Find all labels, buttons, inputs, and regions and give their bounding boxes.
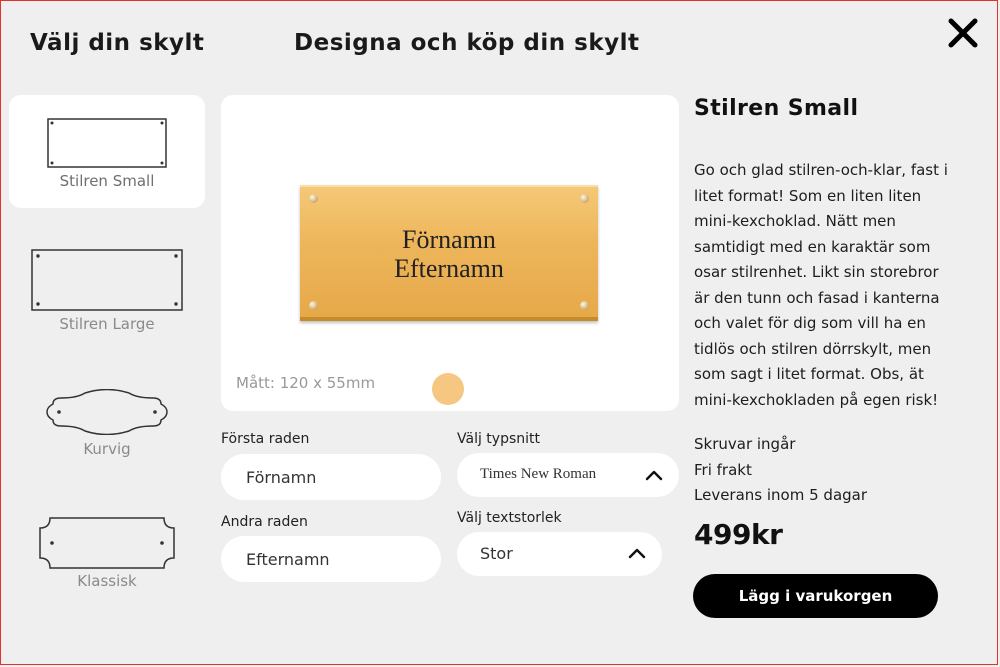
price: 499kr: [694, 518, 783, 551]
color-swatch-gold[interactable]: [432, 373, 464, 405]
sign-option-klassisk[interactable]: Klassisk: [9, 510, 205, 595]
first-row-input[interactable]: [244, 467, 418, 488]
close-button[interactable]: [944, 14, 982, 52]
design-heading: Designa och köp din skylt: [294, 30, 640, 56]
sign-option-label: Klassisk: [77, 572, 137, 590]
second-row-field[interactable]: [221, 536, 441, 582]
sign-option-stilren-small[interactable]: Stilren Small: [9, 95, 205, 208]
info-shipping: Fri frakt: [694, 461, 752, 479]
plate-line-2: Efternamn: [394, 254, 504, 283]
plate-line-1: Förnamn: [402, 225, 496, 254]
second-row-input[interactable]: [244, 549, 418, 570]
chevron-up-icon: [628, 548, 646, 559]
font-select-value: Times New Roman: [480, 466, 597, 482]
stilren-large-shape-icon: [31, 249, 183, 311]
sign-option-label: Stilren Large: [59, 315, 155, 333]
sign-preview-card: Förnamn Efternamn Mått: 120 x 55mm: [221, 95, 679, 411]
size-select-value: Stor: [480, 544, 513, 563]
second-row-label: Andra raden: [221, 514, 308, 530]
kurvig-shape-icon: [46, 389, 168, 435]
size-select-label: Välj textstorlek: [457, 510, 562, 526]
sign-option-label: Kurvig: [83, 440, 131, 458]
screw-icon: [580, 301, 589, 310]
add-to-cart-button[interactable]: Lägg i varukorgen: [693, 574, 938, 618]
first-row-label: Första raden: [221, 431, 310, 447]
close-icon: [948, 18, 978, 48]
font-select[interactable]: Times New Roman: [457, 453, 679, 497]
sign-plate-preview: Förnamn Efternamn: [300, 185, 598, 321]
stilren-small-shape-icon: [47, 118, 167, 168]
product-title: Stilren Small: [694, 96, 859, 121]
info-delivery: Leverans inom 5 dagar: [694, 486, 868, 504]
sign-option-label: Stilren Small: [59, 172, 155, 190]
screw-icon: [309, 301, 318, 310]
screw-icon: [580, 194, 589, 203]
chevron-up-icon: [645, 470, 663, 481]
product-description: Go och glad stilren-och-klar, fast i lit…: [694, 161, 948, 409]
sign-option-kurvig[interactable]: Kurvig: [9, 385, 205, 465]
sign-option-stilren-large[interactable]: Stilren Large: [9, 240, 205, 340]
choose-sign-heading: Välj din skylt: [30, 30, 205, 56]
screw-icon: [309, 194, 318, 203]
plate-engraving: Förnamn Efternamn: [300, 225, 598, 283]
size-select[interactable]: Stor: [457, 532, 662, 576]
dimension-text: Mått: 120 x 55mm: [236, 374, 376, 392]
first-row-field[interactable]: [221, 454, 441, 500]
klassisk-shape-icon: [39, 517, 175, 569]
font-select-label: Välj typsnitt: [457, 431, 540, 447]
info-screws: Skruvar ingår: [694, 435, 796, 453]
